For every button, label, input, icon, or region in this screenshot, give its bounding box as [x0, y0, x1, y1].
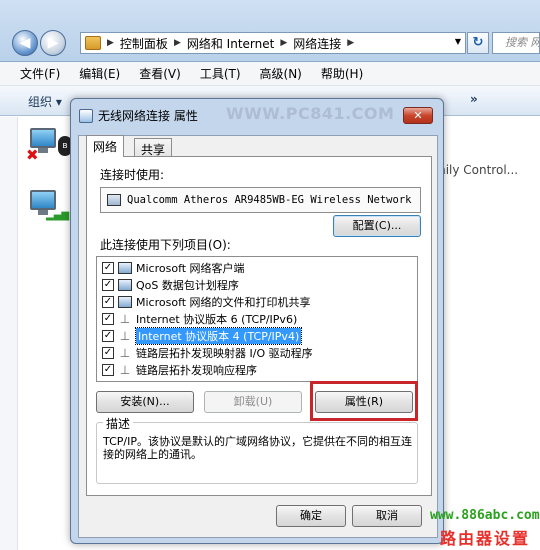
connect-using-label: 连接时使用:	[100, 168, 165, 182]
breadcrumb-item-control-panel[interactable]: 控制面板	[120, 35, 168, 52]
description-text: TCP/IP。该协议是默认的广域网络协议，它提供在不同的相互连接的网络上的通讯。	[103, 435, 412, 461]
list-item[interactable]: ✓ ⊥ 链路层拓扑发现映射器 I/O 驱动程序	[97, 344, 417, 361]
computer-icon	[30, 190, 56, 210]
list-item[interactable]: ✓ ⊥ Internet 协议版本 6 (TCP/IPv6)	[97, 310, 417, 327]
breadcrumb-item-network-internet[interactable]: 网络和 Internet	[187, 35, 274, 52]
checkbox-checked-icon[interactable]: ✓	[102, 329, 114, 342]
item-label: Internet 协议版本 6 (TCP/IPv6)	[136, 312, 298, 326]
components-list[interactable]: ✓ Microsoft 网络客户端 ✓ QoS 数据包计划程序 ✓ Micros…	[96, 256, 418, 382]
adapter-field: Qualcomm Atheros AR9485WB-EG Wireless Ne…	[100, 187, 421, 213]
list-item[interactable]: ✓ ⊥ 链路层拓扑发现响应程序	[97, 361, 417, 378]
network-adapter-icon	[79, 108, 93, 123]
search-input[interactable]: 搜索 网络	[492, 32, 540, 54]
checkbox-checked-icon[interactable]: ✓	[102, 295, 114, 308]
protocol-icon: ⊥	[119, 362, 131, 377]
item-label: Microsoft 网络的文件和打印机共享	[136, 295, 311, 309]
list-item[interactable]: ✓ Microsoft 网络的文件和打印机共享	[97, 293, 417, 310]
uninstall-button: 卸载(U)	[204, 391, 302, 413]
service-icon	[118, 278, 132, 291]
item-label: Internet 协议版本 4 (TCP/IPv4)	[134, 326, 303, 345]
breadcrumb-chevron-icon: ▶	[107, 38, 114, 48]
item-label: 链路层拓扑发现映射器 I/O 驱动程序	[136, 346, 313, 360]
back-button[interactable]: ◀	[12, 30, 38, 56]
item-label: 链路层拓扑发现响应程序	[136, 363, 257, 377]
checkbox-checked-icon[interactable]: ✓	[102, 346, 114, 359]
watermark-url: www.886abc.com	[430, 508, 540, 523]
watermark-top: WWW.PC841.COM	[226, 104, 395, 123]
dialog-title: 无线网络连接 属性	[98, 109, 198, 123]
items-label: 此连接使用下列项目(O):	[100, 238, 231, 252]
network-card-icon	[107, 194, 121, 206]
address-bar[interactable]: ▶ 控制面板 ▶ 网络和 Internet ▶ 网络连接 ▶ ▼	[80, 32, 466, 54]
checkbox-checked-icon[interactable]: ✓	[102, 363, 114, 376]
protocol-icon: ⊥	[119, 311, 131, 326]
description-title: 描述	[103, 415, 134, 432]
network-connection-disconnected[interactable]: ✖ ʙ	[26, 128, 72, 164]
forward-button[interactable]: ▶	[40, 30, 66, 56]
menu-view[interactable]: 查看(V)	[139, 65, 181, 82]
menu-help[interactable]: 帮助(H)	[321, 65, 363, 82]
network-connection-wireless[interactable]: ▂▄▆	[26, 190, 69, 222]
signal-bars-icon: ▂▄▆	[46, 210, 70, 221]
list-item-selected[interactable]: ✓ ⊥ Internet 协议版本 4 (TCP/IPv4)	[97, 326, 417, 345]
refresh-button[interactable]: ↻	[467, 32, 489, 54]
highlight-box	[310, 381, 418, 421]
breadcrumb-chevron-icon: ▶	[347, 38, 355, 48]
organize-button[interactable]: 组织 ▾	[28, 93, 62, 110]
breadcrumb-chevron-icon: ▶	[173, 38, 181, 48]
item-label: QoS 数据包计划程序	[136, 278, 239, 292]
checkbox-checked-icon[interactable]: ✓	[102, 278, 114, 291]
disconnected-icon: ✖	[26, 146, 39, 164]
adapter-name: Qualcomm Atheros AR9485WB-EG Wireless Ne…	[127, 194, 412, 206]
client-icon	[118, 261, 132, 274]
item-label: Microsoft 网络客户端	[136, 261, 245, 275]
menu-tools[interactable]: 工具(T)	[200, 65, 241, 82]
tab-sharing[interactable]: 共享	[134, 138, 173, 158]
service-icon	[118, 295, 132, 308]
breadcrumb-chevron-icon: ▶	[280, 38, 288, 48]
control-panel-icon	[85, 36, 101, 50]
close-button[interactable]: ✕	[403, 107, 433, 124]
background-connection-label: mily Control...	[434, 163, 519, 177]
address-dropdown-icon[interactable]: ▼	[455, 37, 461, 46]
more-commands-button[interactable]: »	[470, 92, 478, 106]
watermark-router-settings: 路由器设置	[440, 529, 531, 548]
ok-button[interactable]: 确定	[276, 505, 346, 527]
list-item[interactable]: ✓ Microsoft 网络客户端	[97, 259, 417, 276]
cancel-button[interactable]: 取消	[352, 505, 422, 527]
install-button[interactable]: 安装(N)...	[96, 391, 194, 413]
checkbox-checked-icon[interactable]: ✓	[102, 261, 114, 274]
computer-icon	[30, 128, 56, 148]
list-item[interactable]: ✓ QoS 数据包计划程序	[97, 276, 417, 293]
menu-file[interactable]: 文件(F)	[20, 65, 60, 82]
protocol-icon: ⊥	[119, 345, 131, 360]
menu-bar: 文件(F) 编辑(E) 查看(V) 工具(T) 高级(N) 帮助(H)	[0, 62, 540, 86]
dialog-title-bar: 无线网络连接 属性	[79, 107, 198, 124]
menu-advanced[interactable]: 高级(N)	[260, 65, 302, 82]
explorer-navbar: ◀ ▶ ▶ 控制面板 ▶ 网络和 Internet ▶ 网络连接 ▶ ▼ ↻ 搜…	[0, 0, 540, 62]
checkbox-checked-icon[interactable]: ✓	[102, 312, 114, 325]
navigation-pane	[0, 117, 18, 550]
description-group: 描述 TCP/IP。该协议是默认的广域网络协议，它提供在不同的相互连接的网络上的…	[96, 415, 418, 484]
tab-network[interactable]: 网络	[86, 135, 125, 157]
breadcrumb-item-network-connections[interactable]: 网络连接	[293, 35, 341, 52]
menu-edit[interactable]: 编辑(E)	[79, 65, 120, 82]
configure-button[interactable]: 配置(C)...	[333, 215, 421, 237]
protocol-icon: ⊥	[119, 328, 131, 343]
